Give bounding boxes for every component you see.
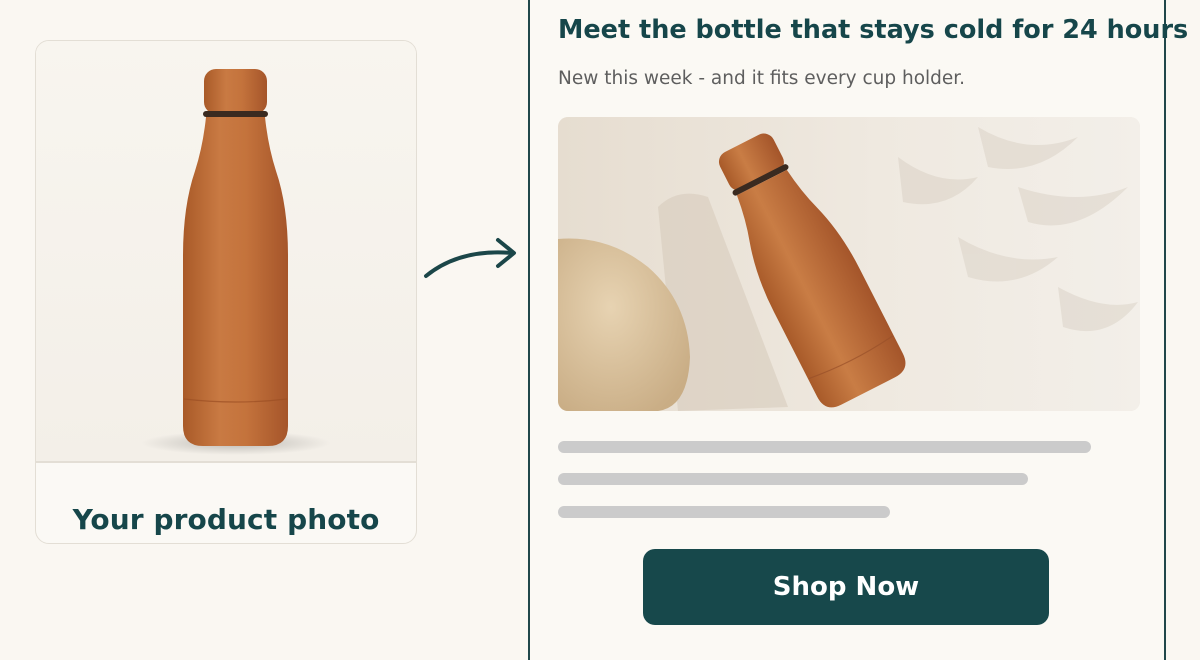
shop-now-button[interactable]: Shop Now [643, 549, 1049, 625]
placeholder-line-3 [558, 506, 890, 518]
curved-arrow-right-icon [424, 238, 516, 278]
bottle-photo-icon [141, 69, 331, 455]
email-hero-image [558, 117, 1140, 411]
card-divider [36, 461, 416, 463]
lifestyle-bottle-photo-icon [558, 117, 1140, 411]
product-photo [36, 41, 416, 461]
placeholder-line-1 [558, 441, 1091, 453]
placeholder-line-2 [558, 473, 1028, 485]
photo-caption: Your product photo [72, 503, 380, 536]
email-headline: Meet the bottle that stays cold for 24 h… [558, 15, 1189, 45]
email-preview: Meet the bottle that stays cold for 24 h… [528, 0, 1188, 660]
email-subtitle: New this week - and it fits every cup ho… [558, 68, 966, 89]
product-photo-card: Your product photo [35, 40, 417, 544]
